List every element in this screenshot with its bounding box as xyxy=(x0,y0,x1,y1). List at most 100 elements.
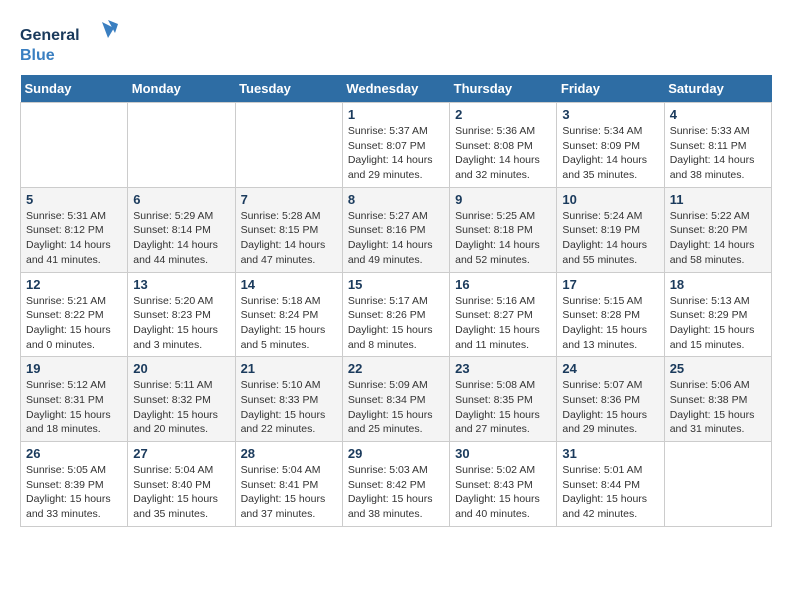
calendar-cell xyxy=(235,103,342,188)
day-number: 4 xyxy=(670,107,766,122)
day-info: Sunrise: 5:33 AM Sunset: 8:11 PM Dayligh… xyxy=(670,124,766,183)
day-info: Sunrise: 5:31 AM Sunset: 8:12 PM Dayligh… xyxy=(26,209,122,268)
day-number: 6 xyxy=(133,192,229,207)
header-friday: Friday xyxy=(557,75,664,103)
day-info: Sunrise: 5:04 AM Sunset: 8:41 PM Dayligh… xyxy=(241,463,337,522)
calendar-cell: 28 Sunrise: 5:04 AM Sunset: 8:41 PM Dayli… xyxy=(235,442,342,527)
day-number: 18 xyxy=(670,277,766,292)
day-info: Sunrise: 5:12 AM Sunset: 8:31 PM Dayligh… xyxy=(26,378,122,437)
day-info: Sunrise: 5:04 AM Sunset: 8:40 PM Dayligh… xyxy=(133,463,229,522)
day-info: Sunrise: 5:03 AM Sunset: 8:42 PM Dayligh… xyxy=(348,463,444,522)
day-number: 24 xyxy=(562,361,658,376)
calendar-cell: 20Sunrise: 5:11 AM Sunset: 8:32 PM Dayli… xyxy=(128,357,235,442)
day-info: Sunrise: 5:09 AM Sunset: 8:34 PM Dayligh… xyxy=(348,378,444,437)
calendar-cell: 5 Sunrise: 5:31 AM Sunset: 8:12 PM Daylig… xyxy=(21,187,128,272)
day-number: 23 xyxy=(455,361,551,376)
header-monday: Monday xyxy=(128,75,235,103)
day-info: Sunrise: 5:18 AM Sunset: 8:24 PM Dayligh… xyxy=(241,294,337,353)
calendar-table: SundayMondayTuesdayWednesdayThursdayFrid… xyxy=(20,75,772,527)
header-thursday: Thursday xyxy=(450,75,557,103)
day-info: Sunrise: 5:22 AM Sunset: 8:20 PM Dayligh… xyxy=(670,209,766,268)
calendar-cell: 15 Sunrise: 5:17 AM Sunset: 8:26 PM Dayli… xyxy=(342,272,449,357)
calendar-cell: 3Sunrise: 5:34 AM Sunset: 8:09 PM Daylig… xyxy=(557,103,664,188)
day-number: 29 xyxy=(348,446,444,461)
calendar-cell: 29 Sunrise: 5:03 AM Sunset: 8:42 PM Dayli… xyxy=(342,442,449,527)
week-row-1: 1 Sunrise: 5:37 AM Sunset: 8:07 PM Daylig… xyxy=(21,103,772,188)
calendar-cell: 23 Sunrise: 5:08 AM Sunset: 8:35 PM Dayli… xyxy=(450,357,557,442)
header-tuesday: Tuesday xyxy=(235,75,342,103)
day-number: 31 xyxy=(562,446,658,461)
day-info: Sunrise: 5:08 AM Sunset: 8:35 PM Dayligh… xyxy=(455,378,551,437)
calendar-cell: 21 Sunrise: 5:10 AM Sunset: 8:33 PM Dayli… xyxy=(235,357,342,442)
calendar-cell xyxy=(21,103,128,188)
day-info: Sunrise: 5:13 AM Sunset: 8:29 PM Dayligh… xyxy=(670,294,766,353)
day-info: Sunrise: 5:34 AM Sunset: 8:09 PM Dayligh… xyxy=(562,124,658,183)
calendar-cell: 17Sunrise: 5:15 AM Sunset: 8:28 PM Dayli… xyxy=(557,272,664,357)
page-header: General Blue xyxy=(20,20,772,65)
logo: General Blue xyxy=(20,20,120,65)
day-number: 19 xyxy=(26,361,122,376)
day-number: 17 xyxy=(562,277,658,292)
day-info: Sunrise: 5:16 AM Sunset: 8:27 PM Dayligh… xyxy=(455,294,551,353)
calendar-cell: 2Sunrise: 5:36 AM Sunset: 8:08 PM Daylig… xyxy=(450,103,557,188)
calendar-cell: 31 Sunrise: 5:01 AM Sunset: 8:44 PM Dayli… xyxy=(557,442,664,527)
day-info: Sunrise: 5:21 AM Sunset: 8:22 PM Dayligh… xyxy=(26,294,122,353)
day-info: Sunrise: 5:28 AM Sunset: 8:15 PM Dayligh… xyxy=(241,209,337,268)
day-number: 11 xyxy=(670,192,766,207)
calendar-cell: 1 Sunrise: 5:37 AM Sunset: 8:07 PM Daylig… xyxy=(342,103,449,188)
day-number: 1 xyxy=(348,107,444,122)
day-info: Sunrise: 5:20 AM Sunset: 8:23 PM Dayligh… xyxy=(133,294,229,353)
day-info: Sunrise: 5:01 AM Sunset: 8:44 PM Dayligh… xyxy=(562,463,658,522)
day-number: 28 xyxy=(241,446,337,461)
calendar-cell: 11 Sunrise: 5:22 AM Sunset: 8:20 PM Dayli… xyxy=(664,187,771,272)
calendar-header-row: SundayMondayTuesdayWednesdayThursdayFrid… xyxy=(21,75,772,103)
calendar-cell: 13 Sunrise: 5:20 AM Sunset: 8:23 PM Dayli… xyxy=(128,272,235,357)
calendar-cell: 12 Sunrise: 5:21 AM Sunset: 8:22 PM Dayli… xyxy=(21,272,128,357)
day-info: Sunrise: 5:17 AM Sunset: 8:26 PM Dayligh… xyxy=(348,294,444,353)
calendar-cell: 25Sunrise: 5:06 AM Sunset: 8:38 PM Dayli… xyxy=(664,357,771,442)
day-number: 21 xyxy=(241,361,337,376)
calendar-cell: 8Sunrise: 5:27 AM Sunset: 8:16 PM Daylig… xyxy=(342,187,449,272)
calendar-cell: 16Sunrise: 5:16 AM Sunset: 8:27 PM Dayli… xyxy=(450,272,557,357)
calendar-cell: 26Sunrise: 5:05 AM Sunset: 8:39 PM Dayli… xyxy=(21,442,128,527)
svg-text:Blue: Blue xyxy=(20,47,55,64)
week-row-5: 26Sunrise: 5:05 AM Sunset: 8:39 PM Dayli… xyxy=(21,442,772,527)
day-number: 26 xyxy=(26,446,122,461)
week-row-4: 19 Sunrise: 5:12 AM Sunset: 8:31 PM Dayli… xyxy=(21,357,772,442)
calendar-cell: 9 Sunrise: 5:25 AM Sunset: 8:18 PM Daylig… xyxy=(450,187,557,272)
calendar-cell: 6Sunrise: 5:29 AM Sunset: 8:14 PM Daylig… xyxy=(128,187,235,272)
day-info: Sunrise: 5:37 AM Sunset: 8:07 PM Dayligh… xyxy=(348,124,444,183)
day-number: 9 xyxy=(455,192,551,207)
day-info: Sunrise: 5:07 AM Sunset: 8:36 PM Dayligh… xyxy=(562,378,658,437)
day-info: Sunrise: 5:06 AM Sunset: 8:38 PM Dayligh… xyxy=(670,378,766,437)
day-number: 12 xyxy=(26,277,122,292)
header-wednesday: Wednesday xyxy=(342,75,449,103)
day-info: Sunrise: 5:02 AM Sunset: 8:43 PM Dayligh… xyxy=(455,463,551,522)
calendar-cell: 10 Sunrise: 5:24 AM Sunset: 8:19 PM Dayli… xyxy=(557,187,664,272)
calendar-cell: 30Sunrise: 5:02 AM Sunset: 8:43 PM Dayli… xyxy=(450,442,557,527)
day-number: 27 xyxy=(133,446,229,461)
calendar-cell: 22 Sunrise: 5:09 AM Sunset: 8:34 PM Dayli… xyxy=(342,357,449,442)
day-info: Sunrise: 5:10 AM Sunset: 8:33 PM Dayligh… xyxy=(241,378,337,437)
calendar-cell: 19 Sunrise: 5:12 AM Sunset: 8:31 PM Dayli… xyxy=(21,357,128,442)
calendar-cell xyxy=(664,442,771,527)
calendar-cell: 4 Sunrise: 5:33 AM Sunset: 8:11 PM Daylig… xyxy=(664,103,771,188)
calendar-cell: 18 Sunrise: 5:13 AM Sunset: 8:29 PM Dayli… xyxy=(664,272,771,357)
day-info: Sunrise: 5:25 AM Sunset: 8:18 PM Dayligh… xyxy=(455,209,551,268)
day-number: 2 xyxy=(455,107,551,122)
calendar-cell: 7Sunrise: 5:28 AM Sunset: 8:15 PM Daylig… xyxy=(235,187,342,272)
calendar-cell: 27 Sunrise: 5:04 AM Sunset: 8:40 PM Dayli… xyxy=(128,442,235,527)
week-row-3: 12 Sunrise: 5:21 AM Sunset: 8:22 PM Dayli… xyxy=(21,272,772,357)
calendar-cell xyxy=(128,103,235,188)
day-number: 5 xyxy=(26,192,122,207)
day-info: Sunrise: 5:24 AM Sunset: 8:19 PM Dayligh… xyxy=(562,209,658,268)
logo-svg: General Blue xyxy=(20,20,120,65)
day-number: 15 xyxy=(348,277,444,292)
day-info: Sunrise: 5:27 AM Sunset: 8:16 PM Dayligh… xyxy=(348,209,444,268)
header-saturday: Saturday xyxy=(664,75,771,103)
day-number: 10 xyxy=(562,192,658,207)
calendar-cell: 14Sunrise: 5:18 AM Sunset: 8:24 PM Dayli… xyxy=(235,272,342,357)
day-number: 22 xyxy=(348,361,444,376)
week-row-2: 5 Sunrise: 5:31 AM Sunset: 8:12 PM Daylig… xyxy=(21,187,772,272)
day-number: 13 xyxy=(133,277,229,292)
